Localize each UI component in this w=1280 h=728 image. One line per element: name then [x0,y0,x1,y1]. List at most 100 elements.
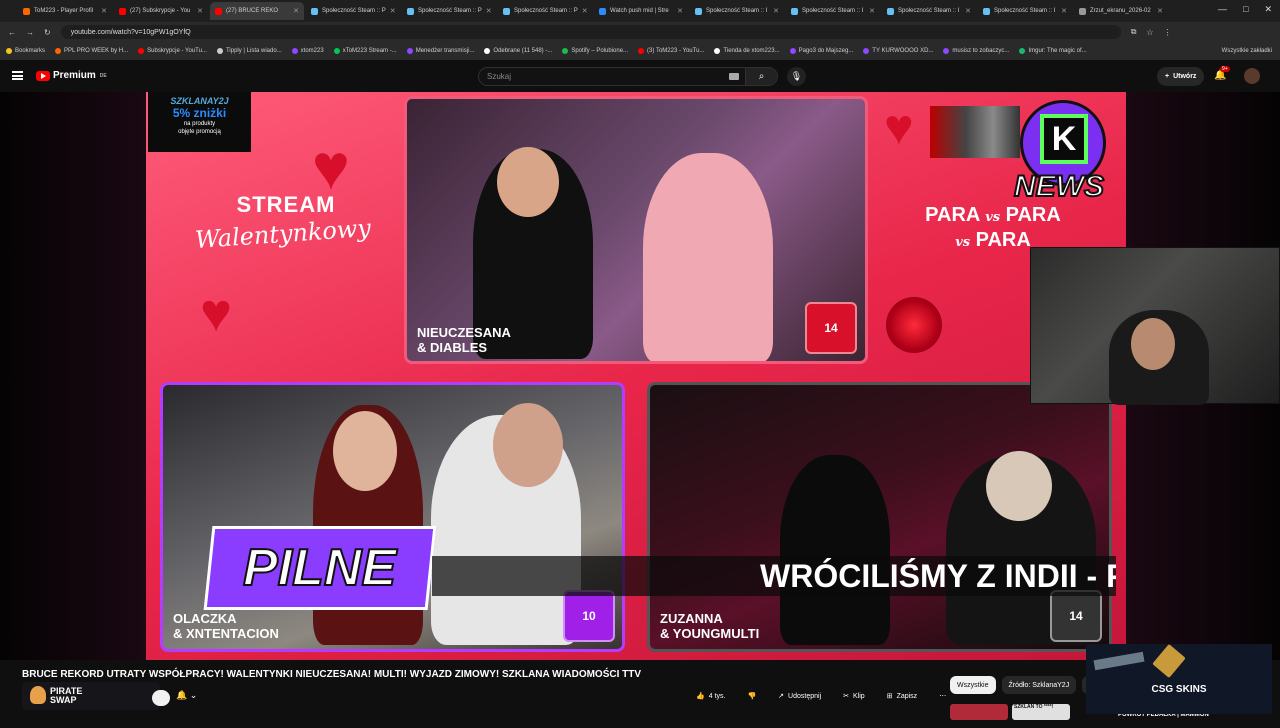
browser-tab[interactable]: Zrzut_ekranu_2026-02 ✕ [1074,2,1168,20]
bookmark-item[interactable]: Bookmarks [6,48,45,54]
avatar[interactable] [1244,68,1260,84]
tab-label: Społeczność Steam :: P [322,8,386,14]
bookmark-favicon-icon [562,48,569,54]
close-tab-icon[interactable]: ✕ [390,7,396,15]
close-tab-icon[interactable]: ✕ [773,7,779,15]
close-tab-icon[interactable]: ✕ [1061,7,1067,15]
dislike-button[interactable]: 👎 [739,687,765,705]
bookmark-favicon-icon [789,48,796,54]
bookmark-label: musisz to zobaczyc... [952,48,1010,54]
bookmark-item[interactable]: Tienda de xtom223... [714,48,780,54]
bell-dropdown[interactable]: 🔔 ⌄ [176,690,197,701]
para-2: PARA [1005,204,1061,226]
close-tab-icon[interactable]: ✕ [582,7,588,15]
browser-tab[interactable]: Społeczność Steam :: P ✕ [402,2,496,20]
bookmark-item[interactable]: Subskrypcje - YouTu... [138,48,207,54]
person-face [333,411,397,491]
chip-all[interactable]: Wszystkie [950,676,996,694]
ad-banner[interactable]: CSG SKINS [1086,644,1272,714]
bookmark-item[interactable]: Pago3 do Majszeg... [789,48,853,54]
bookmark-favicon-icon [55,48,62,54]
like-count: 4 tys. [708,692,726,700]
close-tab-icon[interactable]: ✕ [677,7,683,15]
save-button[interactable]: ⊞ Zapisz [878,687,926,705]
hamburger-menu-icon[interactable] [12,71,23,80]
browser-tab[interactable]: Społeczność Steam :: I ✕ [882,2,976,20]
close-window-icon[interactable]: ✕ [1264,4,1272,15]
keyboard-icon[interactable] [729,73,739,80]
all-bookmarks-folder[interactable]: Wszystkie zakładki [1222,48,1280,54]
browser-tab[interactable]: ToM223 - Player Profil ✕ [18,2,112,20]
share-button[interactable]: ↗ Udostępnij [770,687,830,705]
video-player[interactable]: SZKLANAY2J 5% zniżki na produkty objęte … [0,92,1280,660]
youtube-logo[interactable]: Premium DE [36,70,107,81]
news-thumbnail-strip [930,106,1020,158]
filter-chips: Wszystkie Źródło: SzklanaY2J P [950,676,1101,694]
bookmark-label: Tienda de xtom223... [723,48,780,54]
minimize-icon[interactable]: — [1218,4,1227,15]
extensions-icon[interactable]: ⧉ [1131,27,1137,37]
video-meta: BRUCE REKORD UTRATY WSPÓŁPRACY! WALENTYN… [0,644,1280,720]
score-box: 10 [563,590,615,642]
close-tab-icon[interactable]: ✕ [101,7,107,15]
search-placeholder: Szukaj [487,72,512,81]
bookmark-item[interactable]: xToM223 Stream -... [333,48,397,54]
bookmark-item[interactable]: Tipply | Lista wiado... [216,48,282,54]
bookmark-label: Spotify – Polubione... [571,48,629,54]
back-icon[interactable]: ← [8,28,16,37]
bookmark-item[interactable]: (3) ToM223 - YouTu... [638,48,704,54]
like-button[interactable]: 👍 4 tys. [688,687,734,705]
create-label: Utwórz [1173,73,1197,80]
chip-source[interactable]: Źródło: SzklanaY2J [1001,676,1077,694]
clip-button[interactable]: ✂ Klip [835,687,873,705]
close-tab-icon[interactable]: ✕ [486,7,492,15]
star-icon[interactable]: ☆ [1146,28,1153,37]
bookmark-label: Imgur: The magic of... [1028,48,1087,54]
urgent-text: PILNE [242,538,397,598]
search-button[interactable]: ⌕ [745,68,777,85]
browser-tab[interactable]: (27) Subskrypcje - You ✕ [114,2,208,20]
create-button[interactable]: + Utwórz [1157,67,1205,86]
maximize-icon[interactable]: □ [1243,4,1248,15]
forward-icon[interactable]: → [26,28,34,37]
bookmark-favicon-icon [638,48,645,54]
voice-search-button[interactable]: 🎙 [787,67,806,86]
browser-tab[interactable]: Watch push mid | Stre ✕ [594,2,688,20]
suggested-video[interactable]: SZKLAN TO ****! POWRÓT PEDAŁKA | MAMMON [950,704,1209,720]
browser-tab[interactable]: (27) BRUCE REKO ✕ [210,2,304,20]
bookmark-item[interactable]: Imgur: The magic of... [1019,48,1087,54]
favicon-icon [695,7,702,15]
browser-tab[interactable]: Społeczność Steam :: P ✕ [306,2,400,20]
bookmark-item[interactable]: Spotify – Polubione... [562,48,628,54]
bookmark-favicon-icon [406,48,413,54]
favicon-icon [599,7,606,15]
bookmark-item[interactable]: musisz to zobaczyc... [943,48,1009,54]
bookmark-label: Bookmarks [15,48,46,54]
bookmark-item[interactable]: xtom223 [291,48,324,54]
browser-tab[interactable]: Społeczność Steam :: I ✕ [786,2,880,20]
person-face [986,451,1052,521]
close-tab-icon[interactable]: ✕ [197,7,203,15]
menu-dots-icon[interactable]: ⋮ [1164,28,1172,37]
close-tab-icon[interactable]: ✕ [869,7,875,15]
close-tab-icon[interactable]: ✕ [293,7,299,15]
notifications-button[interactable]: 🔔 9+ [1214,66,1230,81]
reload-icon[interactable]: ↻ [44,28,51,37]
url-field[interactable]: youtube.com/watch?v=10gPW1gOYfQ [60,25,1121,39]
person-face [493,403,563,487]
search-input[interactable]: Szukaj ⌕ [478,67,778,86]
bookmark-item[interactable]: PPL PRO WEEK by H... [55,48,128,54]
browser-tab[interactable]: Społeczność Steam :: I ✕ [690,2,784,20]
subscribe-button[interactable] [152,690,170,706]
pair-label: OLACZKA & XNTENTACION [173,611,279,641]
bookmark-item[interactable]: Odebrane (11 548) -... [484,48,552,54]
logo-text: Premium [53,70,96,81]
browser-tab[interactable]: Społeczność Steam :: P ✕ [498,2,592,20]
browser-tab[interactable]: Społeczność Steam :: I ✕ [978,2,1072,20]
bookmark-item[interactable]: TY KURWOOOO XD... [863,48,933,54]
bookmark-favicon-icon [714,48,721,54]
close-tab-icon[interactable]: ✕ [965,7,971,15]
favicon-icon [311,7,318,15]
close-tab-icon[interactable]: ✕ [1157,7,1163,15]
bookmark-item[interactable]: Menedżer transmisji... [406,48,474,54]
